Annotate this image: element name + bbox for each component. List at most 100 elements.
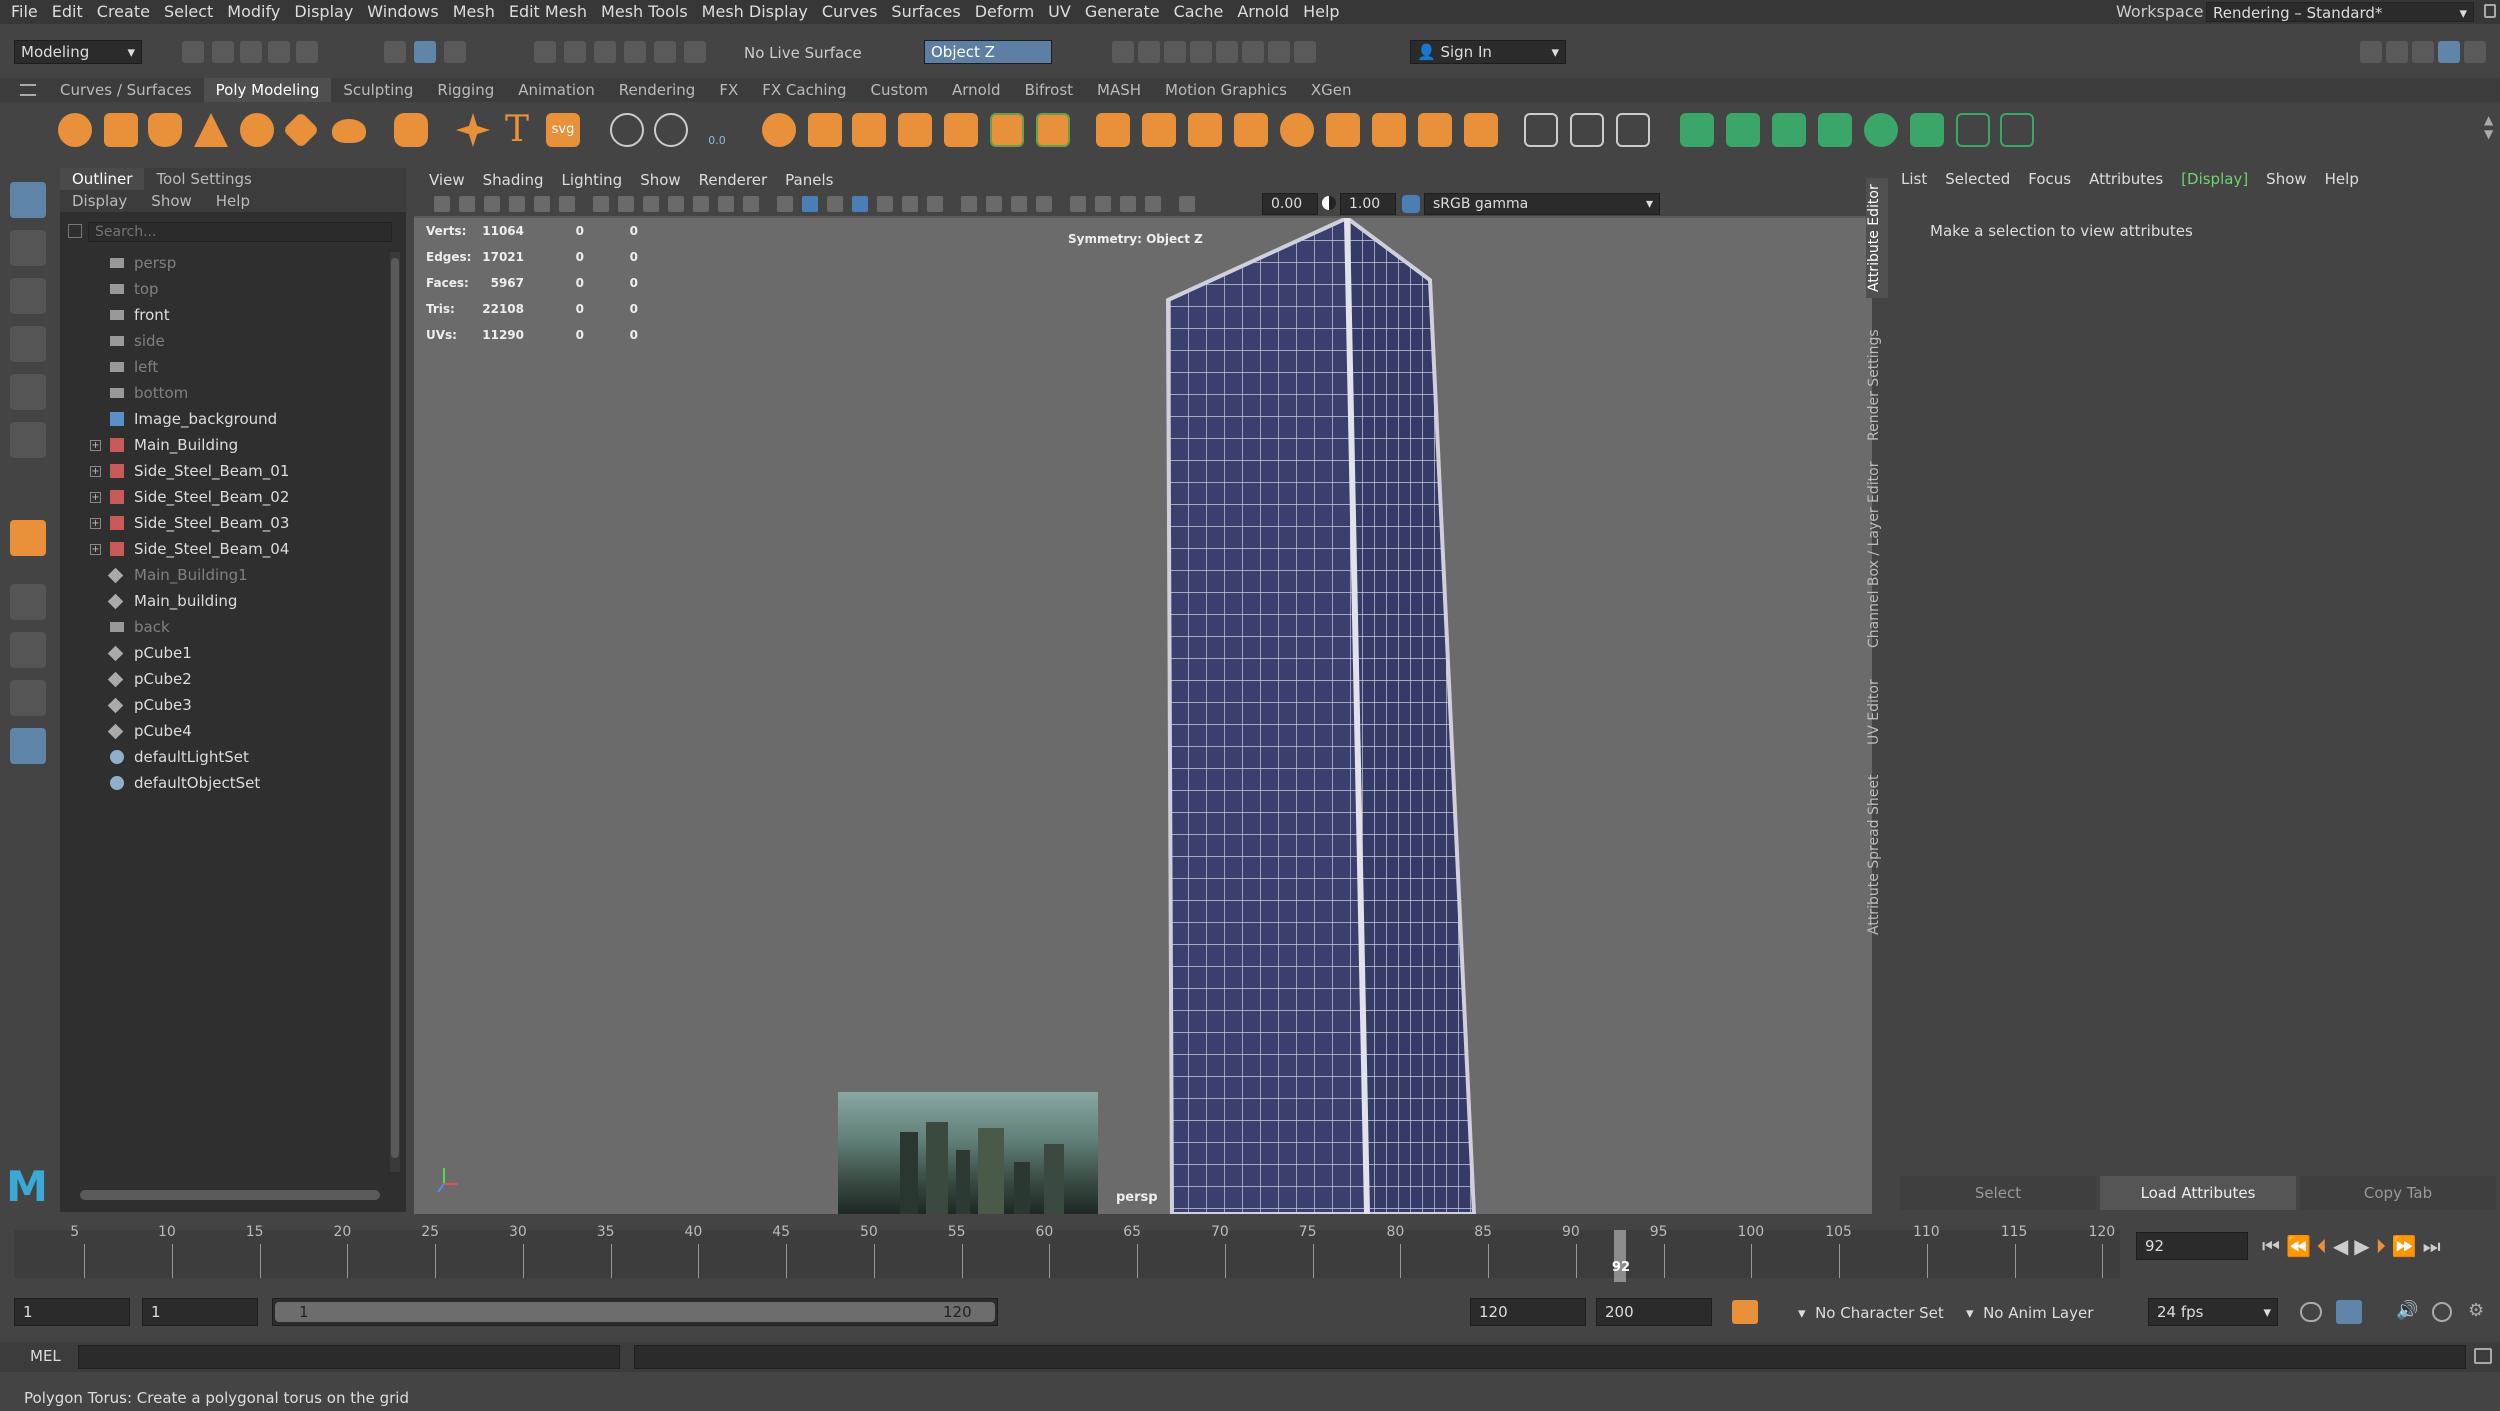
poly-cylinder-icon[interactable] [148, 113, 182, 147]
command-language-toggle[interactable]: MEL [30, 1347, 61, 1365]
outliner-item[interactable]: + Side_Steel_Beam_02 [60, 484, 380, 510]
time-slider-track[interactable] [14, 1230, 2120, 1278]
hypershade-icon[interactable] [1190, 41, 1212, 63]
poly-cube-icon[interactable] [104, 113, 138, 147]
outliner-menu-help[interactable]: Help [204, 190, 262, 212]
single-perspective-layout-icon[interactable] [10, 584, 46, 620]
menu-windows[interactable]: Windows [360, 0, 445, 24]
toggle-attribute-editor-icon[interactable] [2412, 41, 2434, 63]
playback-start-field[interactable]: 1 [142, 1298, 258, 1326]
symmetry-select[interactable]: Object Z [924, 40, 1052, 64]
time-slider[interactable] [0, 1222, 2500, 1282]
snap-live-icon[interactable] [654, 41, 676, 63]
image-plane-toggle-icon[interactable] [509, 196, 525, 212]
outliner-item[interactable]: pCube3 [60, 692, 380, 718]
menu-deform[interactable]: Deform [968, 0, 1041, 24]
2d-pan-zoom-icon[interactable] [534, 196, 550, 212]
poly-disc-icon[interactable] [332, 119, 366, 143]
offset-loop-icon[interactable] [1372, 113, 1406, 147]
slide-edge-icon[interactable] [1616, 113, 1650, 147]
default-material-icon[interactable] [827, 196, 843, 212]
menu-select[interactable]: Select [157, 0, 220, 24]
poly-plane-icon[interactable] [282, 111, 320, 149]
exposure-field[interactable]: 0.00 [1262, 193, 1318, 215]
outliner-item[interactable]: Main_building [60, 588, 380, 614]
playback-end-field[interactable]: 120 [1470, 1298, 1586, 1326]
viewport-menu-show[interactable]: Show [631, 168, 689, 192]
toggle-modeling-toolkit-icon[interactable] [2360, 41, 2382, 63]
expand-icon[interactable]: + [90, 440, 101, 451]
tab-rendering[interactable]: Rendering [607, 78, 708, 102]
outliner-item[interactable]: left [60, 354, 380, 380]
tab-animation[interactable]: Animation [506, 78, 606, 102]
light-editor-icon[interactable] [1242, 41, 1264, 63]
step-forward-icon[interactable]: ⏩ [2392, 1234, 2423, 1258]
separate-icon[interactable] [808, 113, 842, 147]
outliner-item[interactable]: persp [60, 250, 380, 276]
ae-menu-display[interactable]: [Display] [2172, 168, 2257, 190]
tab-bifrost[interactable]: Bifrost [1013, 78, 1085, 102]
command-input[interactable] [78, 1345, 620, 1369]
exposure-icon[interactable] [1179, 196, 1195, 212]
wireframe-on-shaded-icon[interactable] [852, 196, 868, 212]
rotate-tool-icon[interactable] [10, 374, 46, 410]
two-pane-layout-icon[interactable] [10, 680, 46, 716]
expand-icon[interactable]: + [90, 466, 101, 477]
uv-spherical-icon[interactable] [1772, 113, 1806, 147]
outliner-hscrollbar[interactable] [80, 1190, 380, 1200]
render-frame-icon[interactable] [1112, 41, 1134, 63]
xray-components-icon[interactable] [1145, 196, 1161, 212]
uv-layout-icon[interactable] [1910, 113, 1944, 147]
tab-arnold[interactable]: Arnold [940, 78, 1013, 102]
color-space-select[interactable]: sRGB gamma ▾ [1424, 193, 1660, 215]
menu-edit-mesh[interactable]: Edit Mesh [502, 0, 594, 24]
current-frame-field[interactable]: 92 [2136, 1232, 2248, 1260]
super-shape-icon[interactable] [456, 113, 490, 147]
outliner-item[interactable]: + Side_Steel_Beam_03 [60, 510, 380, 536]
lock-icon[interactable] [2484, 4, 2496, 18]
grid-toggle-icon[interactable] [593, 196, 609, 212]
textured-icon[interactable] [877, 196, 893, 212]
menu-edit[interactable]: Edit [45, 0, 90, 24]
outliner-item[interactable]: bottom [60, 380, 380, 406]
gamma-field[interactable]: 1.00 [1340, 193, 1396, 215]
menu-mesh[interactable]: Mesh [446, 0, 502, 24]
insert-loop-icon[interactable] [1326, 113, 1360, 147]
range-slider-track[interactable]: 1 120 [272, 1298, 998, 1326]
toggle-tool-settings-icon[interactable] [2438, 41, 2460, 63]
ae-menu-selected[interactable]: Selected [1936, 168, 2019, 190]
measure-tool-icon[interactable] [610, 113, 644, 147]
live-surface-label[interactable]: No Live Surface [744, 42, 862, 64]
character-controls-icon[interactable]: ⚙ [2468, 1300, 2484, 1321]
xray-icon[interactable] [1095, 196, 1111, 212]
range-slider-handle[interactable] [275, 1302, 995, 1322]
snap-curve-icon[interactable] [564, 41, 586, 63]
step-forward-key-icon[interactable]: ⏵ [2376, 1234, 2392, 1258]
outliner-menu-show[interactable]: Show [139, 190, 203, 212]
mode-select[interactable]: Modeling ▾ [14, 40, 142, 64]
grease-pencil-icon[interactable] [559, 196, 575, 212]
outliner-item[interactable]: pCube1 [60, 640, 380, 666]
ae-menu-focus[interactable]: Focus [2019, 168, 2080, 190]
ae-menu-list[interactable]: List [1892, 168, 1936, 190]
menu-mesh-tools[interactable]: Mesh Tools [594, 0, 695, 24]
tab-mash[interactable]: MASH [1085, 78, 1153, 102]
mirror-icon[interactable] [990, 113, 1024, 147]
screen-space-ao-icon[interactable] [961, 196, 977, 212]
move-tool-icon[interactable] [10, 326, 46, 362]
viewport-menu-shading[interactable]: Shading [474, 168, 553, 192]
poly-text-icon[interactable]: T [500, 112, 534, 148]
tab-poly-modeling[interactable]: Poly Modeling [203, 78, 332, 102]
outliner-item[interactable]: Image_background [60, 406, 380, 432]
go-to-end-icon[interactable]: ⏭ [2423, 1234, 2447, 1258]
uv-unfold-icon[interactable] [1864, 113, 1898, 147]
uv-planar-icon[interactable] [1680, 113, 1714, 147]
bridge-edge-icon[interactable] [1188, 113, 1222, 147]
platonic-solid-icon[interactable] [394, 113, 428, 147]
outliner-menu-display[interactable]: Display [60, 190, 139, 212]
isolate-select-icon[interactable] [1070, 196, 1086, 212]
expand-icon[interactable]: + [90, 544, 101, 555]
expand-icon[interactable]: + [90, 492, 101, 503]
menu-file[interactable]: File [4, 0, 45, 24]
ipr-render-icon[interactable] [1138, 41, 1160, 63]
